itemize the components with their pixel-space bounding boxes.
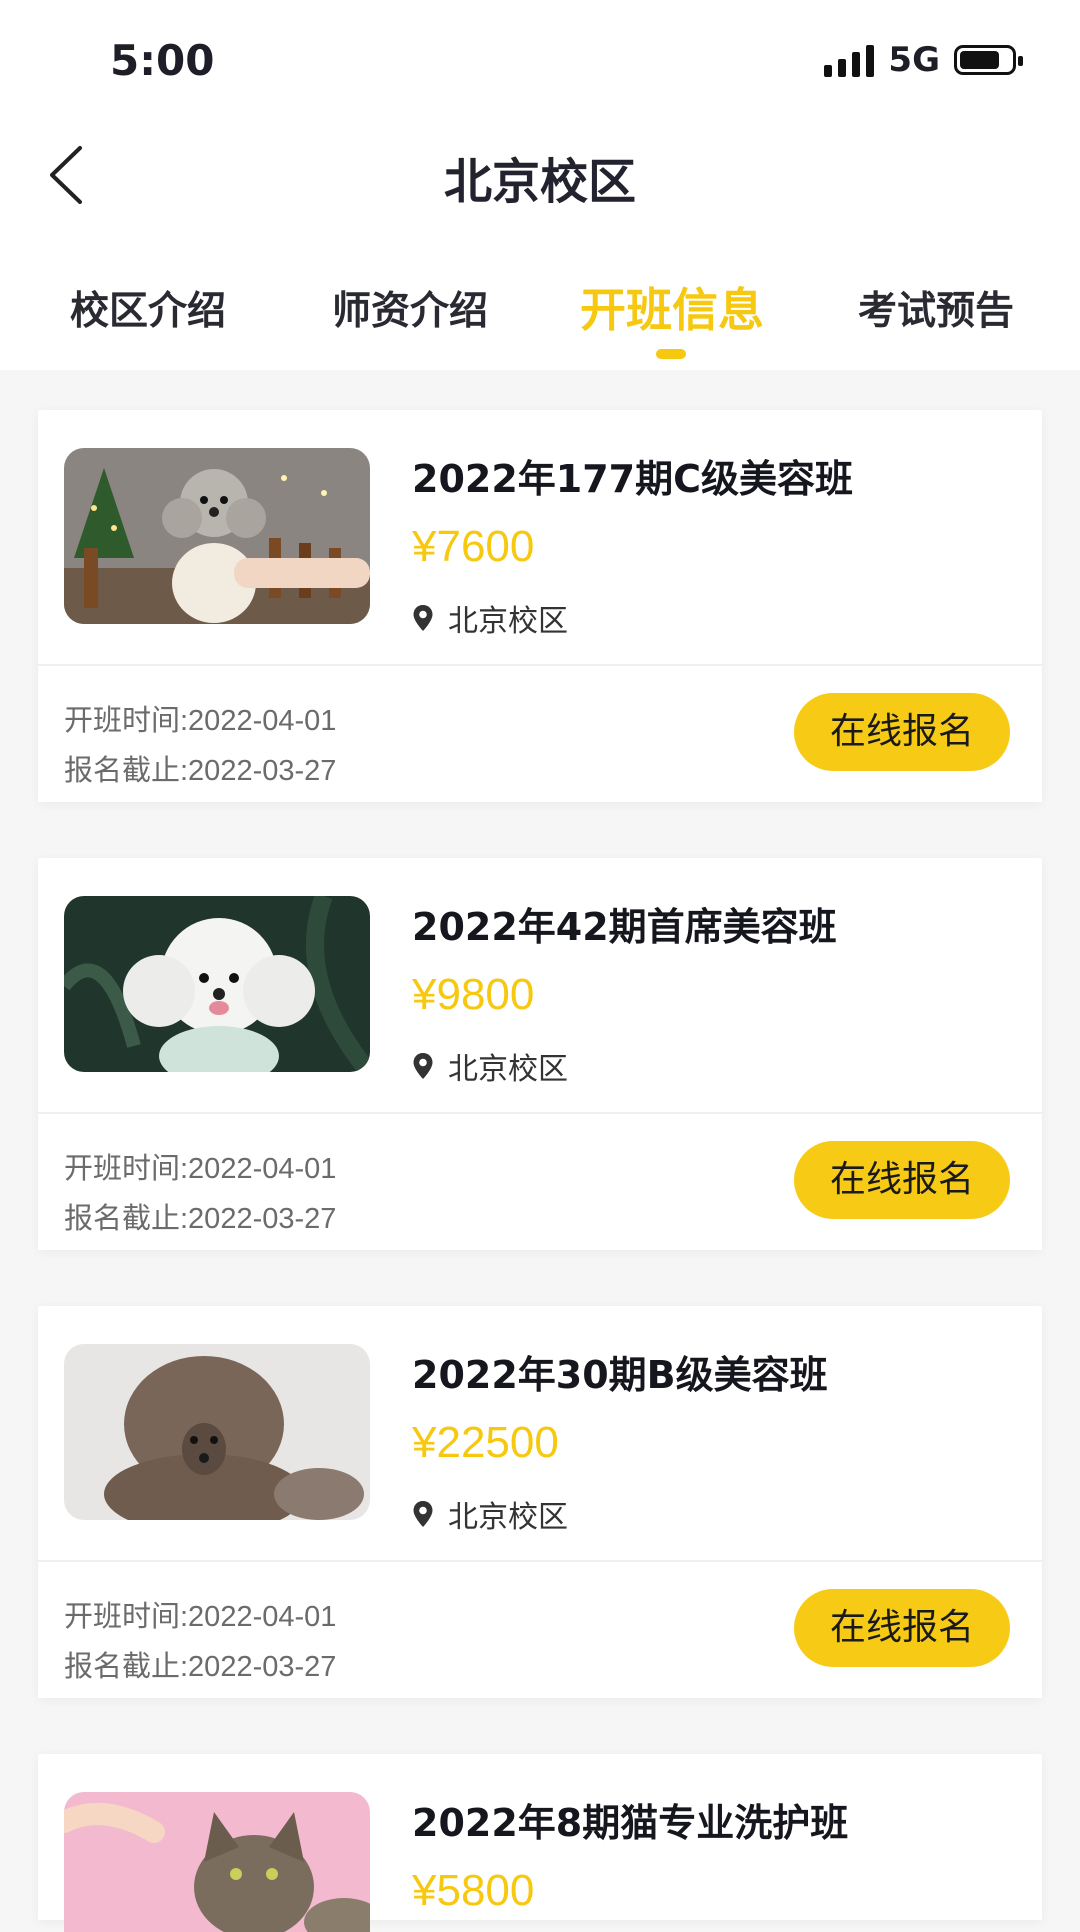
battery-icon [954,45,1023,75]
course-image [64,1792,370,1932]
enroll-online-button[interactable]: 在线报名 [794,693,1010,771]
course-title: 2022年30期B级美容班 [412,1353,828,1397]
card-divider [38,1112,1042,1114]
course-price: ¥5800 [412,1866,535,1915]
location-pin-icon [413,605,433,631]
page-title: 北京校区 [443,154,636,210]
course-card[interactable]: 2022年42期首席美容班 ¥9800 北京校区 开班时间:2022-04-01… [38,858,1042,1250]
course-location: 北京校区 [412,1492,568,1536]
course-price: ¥7600 [412,522,535,571]
location-label: 北京校区 [448,1052,568,1087]
status-icons: 5G [824,40,1023,80]
location-pin-icon [413,1053,433,1079]
enroll-deadline: 报名截止:2022-03-27 [64,1651,337,1683]
course-dates: 开班时间:2022-04-01 报名截止:2022-03-27 [64,1592,336,1692]
location-label: 北京校区 [448,604,568,639]
start-date: 开班时间:2022-04-01 [64,705,337,737]
tab-faculty-intro[interactable]: 师资介绍 [332,280,488,336]
course-card[interactable]: 2022年30期B级美容班 ¥22500 北京校区 开班时间:2022-04-0… [38,1306,1042,1698]
active-tab-indicator [656,349,686,359]
course-card[interactable]: 2022年177期C级美容班 ¥7600 北京校区 开班时间:2022-04-0… [38,410,1042,802]
enroll-deadline: 报名截止:2022-03-27 [64,1203,337,1235]
course-image [64,448,370,624]
course-image [64,1344,370,1520]
enroll-online-button[interactable]: 在线报名 [794,1589,1010,1667]
course-location: 北京校区 [412,596,568,640]
card-divider [38,664,1042,666]
card-divider [38,1560,1042,1562]
location-label: 北京校区 [448,1500,568,1535]
course-title: 2022年177期C级美容班 [412,457,853,501]
signal-icon [824,43,875,77]
start-date: 开班时间:2022-04-01 [64,1153,337,1185]
app-screen: 5:00 5G 北京校区 校区介绍 师资介绍 开班信息 考试预告 2022年17… [0,0,1080,1932]
course-card[interactable]: 2022年8期猫专业洗护班 ¥5800 [38,1754,1042,1932]
location-pin-icon [413,1501,433,1527]
tab-class-info[interactable]: 开班信息 [580,274,764,340]
course-image [64,896,370,1072]
tab-campus-intro[interactable]: 校区介绍 [70,280,226,336]
course-price: ¥9800 [412,970,535,1019]
course-location: 北京校区 [412,1044,568,1088]
start-date: 开班时间:2022-04-01 [64,1601,337,1633]
course-title: 2022年42期首席美容班 [412,905,837,949]
course-dates: 开班时间:2022-04-01 报名截止:2022-03-27 [64,1144,336,1244]
tab-bar: 校区介绍 师资介绍 开班信息 考试预告 [0,280,1080,350]
course-price: ¥22500 [412,1418,559,1467]
enroll-online-button[interactable]: 在线报名 [794,1141,1010,1219]
network-label: 5G [888,40,940,80]
enroll-deadline: 报名截止:2022-03-27 [64,755,337,787]
course-title: 2022年8期猫专业洗护班 [412,1801,849,1845]
tab-exam-notice[interactable]: 考试预告 [858,280,1014,336]
top-bar: 5:00 5G 北京校区 校区介绍 师资介绍 开班信息 考试预告 [0,0,1080,370]
status-time: 5:00 [110,36,215,85]
course-dates: 开班时间:2022-04-01 报名截止:2022-03-27 [64,696,336,796]
